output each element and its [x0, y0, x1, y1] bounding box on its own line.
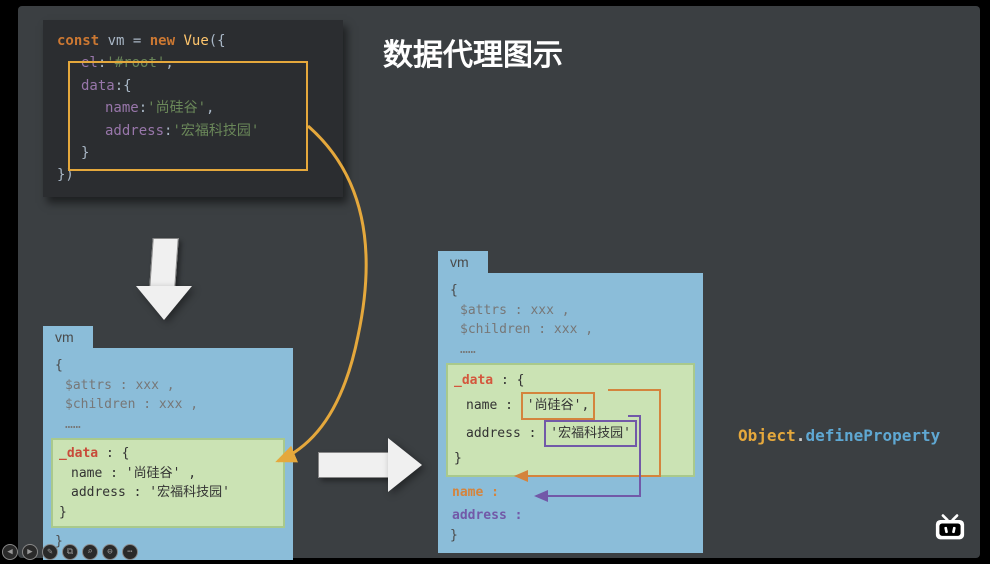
vm-left-children: $children : xxx , [55, 395, 281, 415]
presenter-toolbar: ◀ ▶ ✎ ⧉ ⌕ ⊖ ⋯ [2, 544, 138, 560]
vm-right-data-label: _data [454, 373, 493, 388]
define-property-label: Object.defineProperty [738, 426, 940, 445]
vm-right-data-open: : { [493, 373, 524, 388]
dot-text: . [796, 426, 806, 445]
data-highlight-box [68, 61, 308, 171]
vm-right-data-close: } [454, 447, 687, 470]
tool-prev-icon[interactable]: ◀ [2, 544, 18, 560]
vm-left-tab: vm [43, 326, 93, 348]
method-text: defineProperty [805, 426, 940, 445]
vm-left-open: { [55, 356, 281, 376]
vm-right-children: $children : xxx , [450, 320, 691, 340]
tool-next-icon[interactable]: ▶ [22, 544, 38, 560]
arrow-right-icon [318, 436, 428, 492]
vm-right-tab: vm [438, 251, 488, 273]
vm-right-addr-key: address : [466, 426, 536, 441]
bilibili-tv-icon [932, 512, 968, 542]
vm-box-left: vm { $attrs : xxx , $children : xxx , ……… [43, 326, 293, 560]
vm-right-dots: …… [450, 340, 691, 360]
vm-right-name-val-box: '尚硅谷', [521, 392, 595, 419]
vm-left-addr-line: address : '宏福科技园' [59, 483, 230, 503]
code-keyword-new: new [150, 33, 175, 49]
vm-right-attrs: $attrs : xxx , [450, 301, 691, 321]
tool-minimize-icon[interactable]: ⊖ [102, 544, 118, 560]
tool-zoom-icon[interactable]: ⌕ [82, 544, 98, 560]
tool-pen-icon[interactable]: ✎ [42, 544, 58, 560]
vm-left-data-label: _data [59, 446, 98, 461]
obj-text: Object [738, 426, 796, 445]
slide-canvas: 数据代理图示 const vm = new Vue({ el:'#root', … [18, 6, 980, 558]
vm-right-data-block: _data : { name : '尚硅谷', address : '宏福科技园… [446, 363, 695, 477]
code-keyword-const: const [57, 33, 99, 49]
vm-right-name-prop: name : [450, 483, 691, 503]
code-eq: = [133, 33, 150, 49]
code-paren-open: ({ [209, 33, 226, 49]
vm-left-attrs: $attrs : xxx , [55, 376, 281, 396]
vm-left-name-line: name : '尚硅谷' , [59, 464, 196, 484]
code-var-vm: vm [99, 33, 133, 49]
vm-right-close: } [450, 526, 691, 546]
vm-right-name-key: name : [466, 398, 513, 413]
tool-more-icon[interactable]: ⋯ [122, 544, 138, 560]
tool-copy-icon[interactable]: ⧉ [62, 544, 78, 560]
arrow-down-icon [133, 238, 193, 318]
vm-right-open: { [450, 281, 691, 301]
vm-box-right: vm { $attrs : xxx , $children : xxx , ……… [438, 251, 703, 553]
vm-left-dots: …… [55, 415, 281, 435]
vm-right-addr-val-box: '宏福科技园' [544, 420, 637, 447]
code-class-vue: Vue [175, 33, 209, 49]
vm-left-data-open: : { [98, 446, 129, 461]
slide-title: 数据代理图示 [383, 30, 563, 74]
vm-left-data-close: } [59, 503, 277, 523]
vm-left-data-block: _data : { name : '尚硅谷' , address : '宏福科技… [51, 438, 285, 528]
vm-right-addr-prop: address : [450, 506, 691, 526]
